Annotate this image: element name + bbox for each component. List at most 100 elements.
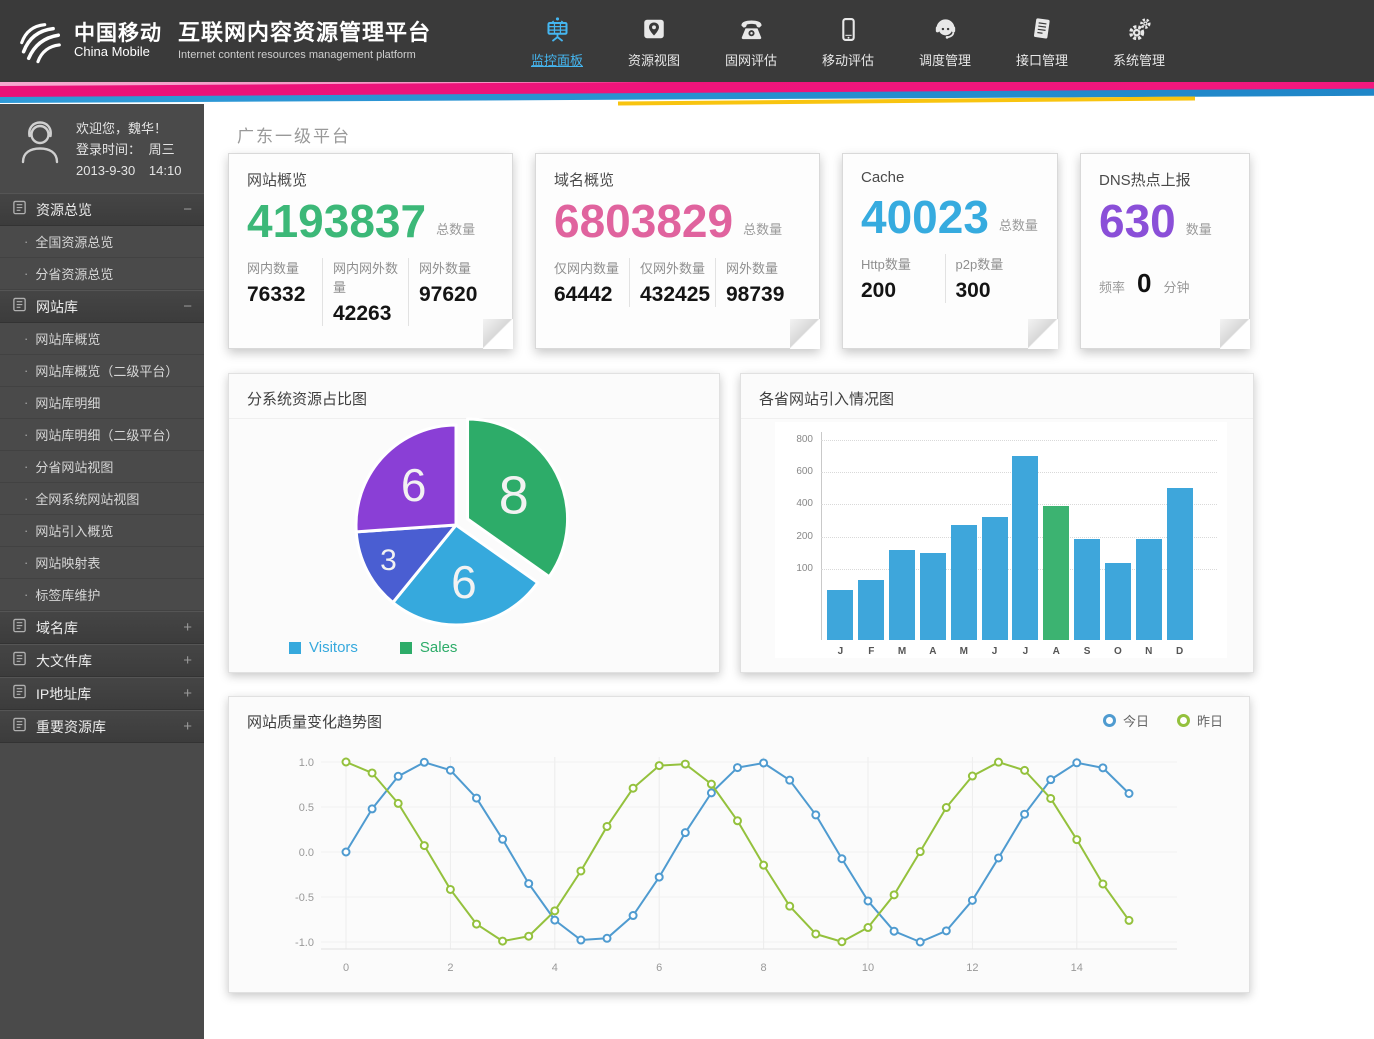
sidebar-menu: 资源总览−·全国资源总览·分省资源总览网站库−·网站库概览·网站库概览（二级平台… [0,193,204,743]
line-legend-item-1[interactable]: 昨日 [1177,711,1223,730]
sidebar-item-1-8[interactable]: ·标签库维护 [0,579,204,611]
doc-icon [12,684,27,704]
sidebar-item-1-5[interactable]: ·全网系统网站视图 [0,483,204,515]
data-point [812,930,819,937]
bar-A-3 [920,553,946,640]
data-point [969,897,976,904]
data-point [395,800,402,807]
card-total-value: 40023 [861,194,989,240]
data-point [734,817,741,824]
sidebar-item-1-0[interactable]: ·网站库概览 [0,323,204,355]
data-point [369,769,376,776]
nav-item-dashboard[interactable]: 监控面板 [518,13,596,69]
sidebar-section-0[interactable]: 资源总览− [0,193,204,226]
nav-item-mobile[interactable]: 移动评估 [809,13,887,69]
data-point [473,921,480,928]
bar-D-11 [1167,488,1193,640]
pie-legend-item-visitors[interactable]: Visitors [289,639,358,656]
gridline [821,440,1217,441]
doc-icon [12,717,27,737]
bar-J-6 [1012,456,1038,640]
app-title: 互联网内容资源管理平台 [178,20,431,46]
data-point [760,862,767,869]
data-point [343,849,350,856]
user-login-line: 登录时间： 周三 [76,139,181,160]
pie-chart: 8636 [341,410,571,640]
sidebar-section-5[interactable]: 重要资源库+ [0,710,204,743]
sidebar-item-0-1[interactable]: ·分省资源总览 [0,258,204,290]
nav-item-map[interactable]: 资源视图 [615,13,693,69]
brand-en: China Mobile [74,45,162,59]
data-point [1126,917,1133,924]
card-value-label: 总数量 [743,219,782,238]
card-title: DNS热点上报 [1099,169,1231,190]
pie-legend-item-sales[interactable]: Sales [400,639,458,656]
data-point [630,912,637,919]
sidebar-section-4[interactable]: IP地址库+ [0,677,204,710]
section-toggle-icon[interactable]: + [183,718,192,735]
card-value-label: 总数量 [999,215,1038,234]
sidebar-section-1[interactable]: 网站库− [0,290,204,323]
bar-xtick-label: A [920,646,946,657]
sidebar-section-3[interactable]: 大文件库+ [0,644,204,677]
data-point [473,795,480,802]
sidebar-item-1-6[interactable]: ·网站引入概览 [0,515,204,547]
card-title: Cache [861,169,1039,186]
data-point [995,854,1002,861]
data-point [525,933,532,940]
nav-item-phone[interactable]: 固网评估 [712,13,790,69]
data-point [1073,836,1080,843]
nav-item-interface-doc[interactable]: 接口管理 [1003,13,1081,69]
data-point [682,829,689,836]
headset-icon [906,13,984,45]
data-point [917,848,924,855]
line-ytick-label: 1.0 [299,757,314,769]
bar-A-7 [1043,506,1069,640]
data-point [577,867,584,874]
data-point [708,789,715,796]
legend-swatch [289,642,301,654]
card-title: 网站概览 [247,169,494,190]
card-value-label: 总数量 [436,219,475,238]
ribbon-stripe-magenta [0,80,1374,97]
sidebar-item-1-1[interactable]: ·网站库概览（二级平台） [0,355,204,387]
data-point [838,938,845,945]
data-point [891,891,898,898]
section-toggle-icon[interactable]: + [183,652,192,669]
sidebar-section-2[interactable]: 域名库+ [0,611,204,644]
mobile-icon [809,13,887,45]
bar-S-8 [1074,539,1100,640]
stat-card-0: 网站概览4193837总数量网内数量76332网内网外数量42263网外数量97… [228,153,513,349]
data-point [551,917,558,924]
section-toggle-icon[interactable]: − [183,201,192,218]
sidebar-item-1-2[interactable]: ·网站库明细 [0,387,204,419]
stat-card-2: Cache40023总数量Http数量200p2p数量300 [842,153,1058,349]
line-chart: 1.00.50.0-0.5-1.002468101214 [259,737,1219,982]
data-point [447,767,454,774]
app-header: 中国移动 China Mobile 互联网内容资源管理平台 Internet c… [0,0,1374,82]
section-toggle-icon[interactable]: − [183,298,192,315]
sidebar-item-0-0[interactable]: ·全国资源总览 [0,226,204,258]
card-total-value: 4193837 [247,198,426,244]
bar-xtick-label: J [1012,646,1038,657]
bar-xtick-label: M [951,646,977,657]
data-point [421,842,428,849]
ribbon-stripe-green [0,80,360,94]
data-point [995,759,1002,766]
section-toggle-icon[interactable]: + [183,619,192,636]
sidebar-item-1-4[interactable]: ·分省网站视图 [0,451,204,483]
bar-xtick-label: A [1043,646,1069,657]
nav-item-gears[interactable]: 系统管理 [1100,13,1178,69]
card-substat: 仅网内数量64442 [554,258,629,307]
bar-xtick-label: J [827,646,853,657]
line-xtick-label: 8 [761,962,767,974]
card-substat: 网外数量98739 [715,258,801,307]
nav-item-headset[interactable]: 调度管理 [906,13,984,69]
sidebar-item-1-3[interactable]: ·网站库明细（二级平台） [0,419,204,451]
data-point [891,928,898,935]
sidebar-item-1-7[interactable]: ·网站映射表 [0,547,204,579]
section-toggle-icon[interactable]: + [183,685,192,702]
line-panel: 网站质量变化趋势图 今日昨日 1.00.50.0-0.5-1.002468101… [228,696,1250,993]
line-legend-item-0[interactable]: 今日 [1103,711,1149,730]
doc-icon [12,200,27,220]
